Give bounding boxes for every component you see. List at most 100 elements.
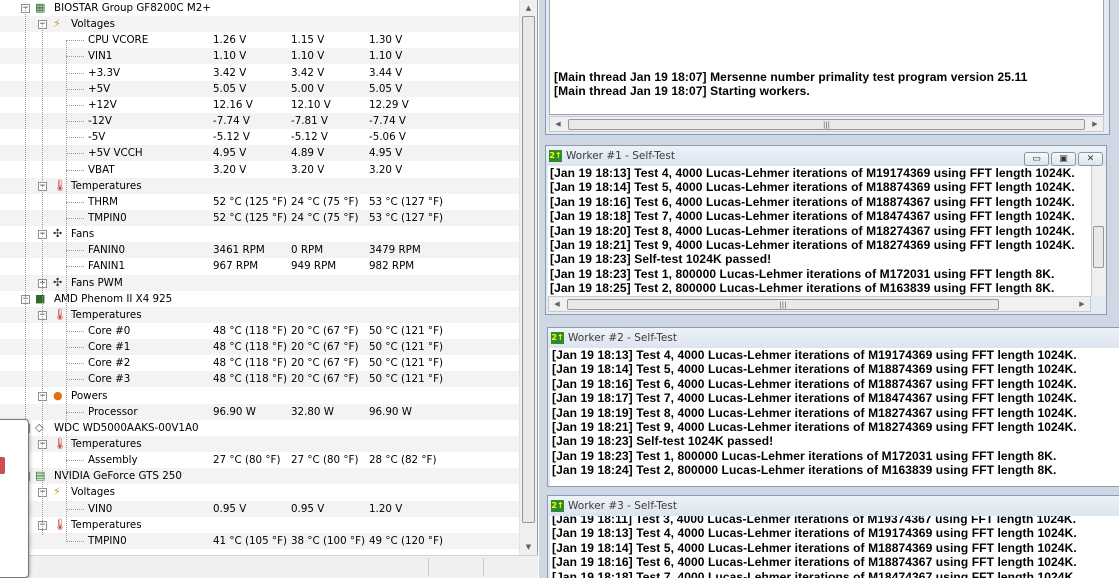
max-value: 50 °C (121 °F) [369, 341, 444, 353]
tree-connector [66, 153, 84, 154]
min-value: 20 °C (67 °F) [291, 373, 359, 385]
tree-vertical-scrollbar[interactable]: ▲ ▼ [519, 0, 537, 555]
worker-1-titlebar[interactable]: 2↑ Worker #1 - Self-Test ▭ ▣ ✕ [546, 146, 1106, 166]
worker-2-titlebar[interactable]: 2↑ Worker #2 - Self-Test [548, 328, 1119, 348]
max-value: 1.10 V [369, 50, 403, 62]
main-horizontal-scrollbar[interactable]: ◀ ||| ▶ [549, 116, 1104, 132]
log-line: [Main thread Jan 19 18:07] Starting work… [554, 84, 810, 99]
scroll-thumb[interactable]: ||| [568, 119, 1085, 130]
tree-connector [66, 121, 84, 122]
max-value: 28 °C (82 °F) [369, 454, 437, 466]
tree-connector [66, 363, 84, 364]
worker-2-log: [Jan 19 18:13] Test 4, 4000 Lucas-Lehmer… [550, 348, 1119, 486]
background-dialog-edge[interactable] [0, 419, 29, 578]
log-line: [Jan 19 18:23] Test 1, 800000 Lucas-Lehm… [552, 448, 1057, 463]
sensor-label: Core #1 [88, 341, 131, 353]
min-value: 12.10 V [291, 99, 331, 111]
min-value: 5.00 V [291, 83, 325, 95]
min-value: 1.10 V [291, 50, 325, 62]
max-value: -5.06 V [369, 131, 406, 143]
sensor-label: Assembly [88, 454, 138, 466]
prime95-window: [Main thread Jan 19 18:07] Mersenne numb… [545, 0, 1119, 578]
worker-2-title: Worker #2 - Self-Test [568, 332, 677, 344]
sensor-label: Core #3 [88, 373, 131, 385]
desktop: − ▦ BIOSTAR Group GF8200C M2+ − ⚡ Voltages CPU… [0, 0, 1119, 578]
min-value: 3.42 V [291, 67, 325, 79]
log-line: [Jan 19 18:25] Test 2, 800000 Lucas-Lehm… [550, 281, 1055, 296]
scroll-thumb[interactable] [522, 16, 535, 523]
group-node[interactable]: − 🌡 Temperatures [0, 307, 519, 323]
group-node[interactable]: − ● Powers [0, 388, 519, 404]
scroll-thumb[interactable]: ||| [567, 299, 999, 310]
current-value: 3.20 V [213, 164, 247, 176]
log-line: [Jan 19 18:13] Test 4, 4000 Lucas-Lehmer… [552, 526, 1077, 541]
max-value: 1.20 V [369, 503, 403, 515]
sensor-label: Core #2 [88, 357, 131, 369]
log-line: [Jan 19 18:23] Test 1, 800000 Lucas-Lehm… [550, 266, 1055, 281]
group-node[interactable]: + ✣ Fans PWM [0, 275, 519, 291]
tree-connector [66, 89, 84, 90]
scroll-left-arrow-icon[interactable]: ◀ [550, 117, 566, 131]
max-value: 4.95 V [369, 147, 403, 159]
min-value: 1.15 V [291, 34, 325, 46]
current-value: 5.05 V [213, 83, 247, 95]
group-node[interactable]: − 🌡 Temperatures [0, 178, 519, 194]
worker-3-titlebar[interactable]: 2↑ Worker #3 - Self-Test [548, 496, 1119, 516]
sensor-label: WDC WD5000AAKS-00V1A0 [54, 422, 199, 434]
device-node[interactable]: −▤NVIDIA GeForce GTS 250 [0, 468, 519, 484]
tree-connector [66, 250, 84, 251]
device-node[interactable]: − ■ AMD Phenom II X4 925 [0, 291, 519, 307]
min-value: 24 °C (75 °F) [291, 212, 359, 224]
current-value: 3461 RPM [213, 244, 265, 256]
sensor-label: +5V VCCH [88, 147, 143, 159]
log-line: [Jan 19 18:16] Test 6, 4000 Lucas-Lehmer… [552, 555, 1077, 570]
log-line: [Jan 19 18:16] Test 6, 4000 Lucas-Lehmer… [550, 194, 1075, 209]
min-value: -7.81 V [291, 115, 328, 127]
scroll-left-arrow-icon[interactable]: ◀ [549, 297, 565, 311]
max-value: 50 °C (121 °F) [369, 357, 444, 369]
sensor-tree: − ▦ BIOSTAR Group GF8200C M2+ − ⚡ Voltages CPU… [0, 0, 519, 555]
main-thread-window: [Main thread Jan 19 18:07] Mersenne numb… [545, 0, 1110, 135]
max-value: 3.20 V [369, 164, 403, 176]
tree-guide-line [42, 24, 43, 535]
max-value: 12.29 V [369, 99, 409, 111]
min-value: 949 RPM [291, 260, 337, 272]
close-button[interactable]: ✕ [1078, 152, 1103, 166]
group-node[interactable]: − 🌡 Temperatures [0, 517, 519, 533]
sensor-label: Temperatures [71, 180, 142, 192]
sensor-label: Temperatures [71, 438, 142, 450]
tree-connector [66, 379, 84, 380]
group-node[interactable]: − ✣ Fans [0, 226, 519, 242]
device-node[interactable]: −◇WDC WD5000AAKS-00V1A0 [0, 420, 519, 436]
group-node[interactable]: − ⚡ Voltages [0, 484, 519, 500]
scroll-down-arrow-icon[interactable]: ▼ [520, 539, 537, 555]
dialog-close-button[interactable] [0, 457, 5, 474]
sensor-label: Processor [88, 406, 138, 418]
log-line: [Jan 19 18:24] Test 2, 800000 Lucas-Lehm… [552, 463, 1057, 478]
scroll-right-arrow-icon[interactable]: ▶ [1087, 117, 1103, 131]
log-line: [Jan 19 18:14] Test 5, 4000 Lucas-Lehmer… [552, 540, 1077, 555]
group-node[interactable]: − 🌡 Temperatures [0, 436, 519, 452]
tree-guide-line [66, 40, 67, 540]
worker-1-horizontal-scrollbar[interactable]: ◀ ||| ▶ [548, 296, 1091, 312]
tree-connector [66, 412, 84, 413]
scroll-up-arrow-icon[interactable]: ▲ [520, 0, 537, 16]
sensor-label: Temperatures [71, 309, 142, 321]
log-line: [Jan 19 18:23] Self-test 1024K passed! [552, 434, 774, 449]
minimize-button[interactable]: ▭ [1024, 152, 1049, 166]
log-line: [Jan 19 18:20] Test 8, 4000 Lucas-Lehmer… [550, 223, 1075, 238]
tree-connector [66, 40, 84, 41]
group-node[interactable]: − ⚡ Voltages [0, 16, 519, 32]
tree-connector [66, 509, 84, 510]
current-value: 12.16 V [213, 99, 253, 111]
current-value: 1.26 V [213, 34, 247, 46]
sensor-label: Temperatures [71, 519, 142, 531]
min-value: 3.20 V [291, 164, 325, 176]
maximize-button[interactable]: ▣ [1051, 152, 1076, 166]
max-value: 50 °C (121 °F) [369, 325, 444, 337]
scroll-right-arrow-icon[interactable]: ▶ [1074, 297, 1090, 311]
device-node[interactable]: − ▦ BIOSTAR Group GF8200C M2+ [0, 0, 519, 16]
worker-1-vertical-scrollbar[interactable] [1091, 166, 1106, 296]
scroll-thumb[interactable] [1093, 226, 1104, 268]
hwmonitor-window: − ▦ BIOSTAR Group GF8200C M2+ − ⚡ Voltages CPU… [0, 0, 538, 578]
